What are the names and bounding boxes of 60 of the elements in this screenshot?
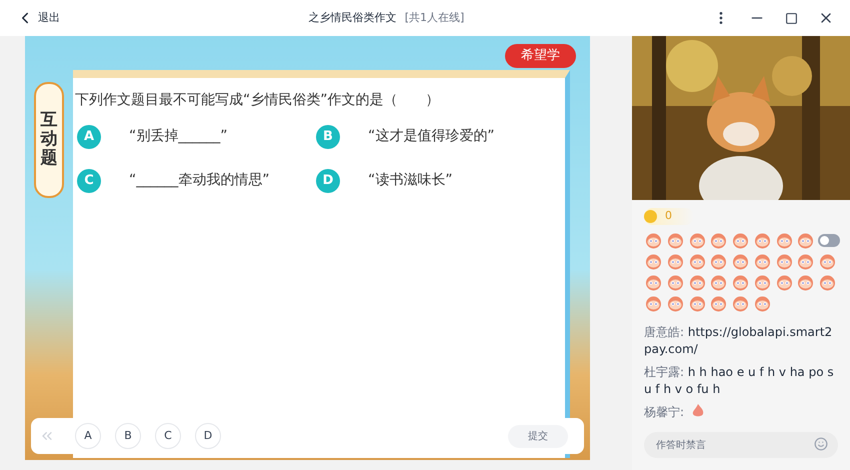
monkey-sticker-icon[interactable]	[752, 254, 772, 270]
option-letter: D	[316, 168, 340, 192]
monkey-sticker-icon[interactable]	[644, 274, 663, 290]
monkey-sticker-icon[interactable]	[731, 254, 750, 270]
lesson-title: 之乡情民俗类作文	[308, 10, 397, 26]
monkey-sticker-icon[interactable]	[666, 254, 685, 270]
monkey-sticker-icon[interactable]	[666, 274, 685, 290]
option-letter: A	[77, 124, 101, 148]
monkey-sticker-icon[interactable]	[796, 232, 816, 248]
monkey-sticker-icon[interactable]	[818, 254, 838, 270]
answer-choice[interactable]: A	[75, 423, 101, 449]
monkey-sticker-icon[interactable]	[796, 274, 816, 290]
emoji-icon[interactable]	[814, 436, 828, 450]
chat-sender: 杨馨宁:	[644, 404, 684, 420]
monkey-sticker-icon[interactable]	[709, 232, 728, 248]
coin-count: 0	[665, 208, 672, 224]
option-text: “读书滋味长”	[368, 171, 453, 190]
submit-button: 提交	[508, 424, 568, 448]
monkey-sticker-icon[interactable]	[644, 232, 663, 248]
monkey-sticker-icon[interactable]	[644, 296, 663, 312]
option-text: “______牵动我的情思”	[129, 171, 270, 190]
monkey-sticker-icon[interactable]	[752, 232, 772, 248]
answer-choice[interactable]: B	[115, 423, 141, 449]
monkey-sticker-icon[interactable]	[774, 254, 794, 270]
monkey-sticker-icon[interactable]	[796, 254, 816, 270]
chat-input[interactable]: 作答时禁言	[644, 432, 838, 458]
monkey-sticker-icon[interactable]	[644, 254, 663, 270]
answer-choice[interactable]: D	[195, 423, 221, 449]
option-letter: C	[77, 168, 101, 192]
monkey-sticker-icon[interactable]	[752, 274, 772, 290]
back-button[interactable]: 退出	[16, 9, 60, 27]
monkey-sticker-icon[interactable]	[709, 254, 728, 270]
answer-choice[interactable]: C	[155, 423, 181, 449]
monkey-sticker-icon[interactable]	[666, 232, 685, 248]
monkey-sticker-icon[interactable]	[688, 296, 707, 312]
online-count: [共1人在线]	[404, 10, 464, 26]
monkey-sticker-icon[interactable]	[818, 274, 838, 290]
coin-icon	[644, 210, 657, 223]
monkey-sticker-icon[interactable]	[709, 296, 728, 312]
chat-message: 唐意皓: https://globalapi.smart2pay.com/	[644, 324, 834, 358]
monkey-sticker-icon[interactable]	[666, 296, 685, 312]
monkey-sticker-icon[interactable]	[688, 274, 707, 290]
side-tab-label: 互动题	[40, 111, 58, 168]
monkey-sticker-icon[interactable]	[709, 274, 728, 290]
monkey-sticker-icon[interactable]	[731, 274, 750, 290]
option-letter: B	[316, 124, 340, 148]
option-text: “别丢掉______”	[129, 127, 228, 146]
monkey-sticker-icon[interactable]	[731, 296, 750, 312]
brand-badge: 希望学	[505, 44, 576, 68]
question-text: 下列作文题目最不可能写成“乡情民俗类”作文的是（ ）	[75, 90, 441, 110]
monkey-sticker-icon[interactable]	[688, 254, 707, 270]
sticker-toggle[interactable]	[818, 234, 840, 247]
option-text: “这才是值得珍爱的”	[368, 127, 495, 146]
monkey-sticker-icon[interactable]	[774, 232, 794, 248]
maximize-icon[interactable]	[785, 12, 798, 24]
monkey-sticker-icon[interactable]	[774, 274, 794, 290]
chat-message: 杜宇露: h h hao e u f h v ha po su f h v o fu h	[644, 364, 835, 398]
monkey-sticker-icon[interactable]	[688, 232, 707, 248]
monkey-sticker-icon[interactable]	[731, 232, 750, 248]
monkey-sticker-icon[interactable]	[752, 296, 772, 312]
